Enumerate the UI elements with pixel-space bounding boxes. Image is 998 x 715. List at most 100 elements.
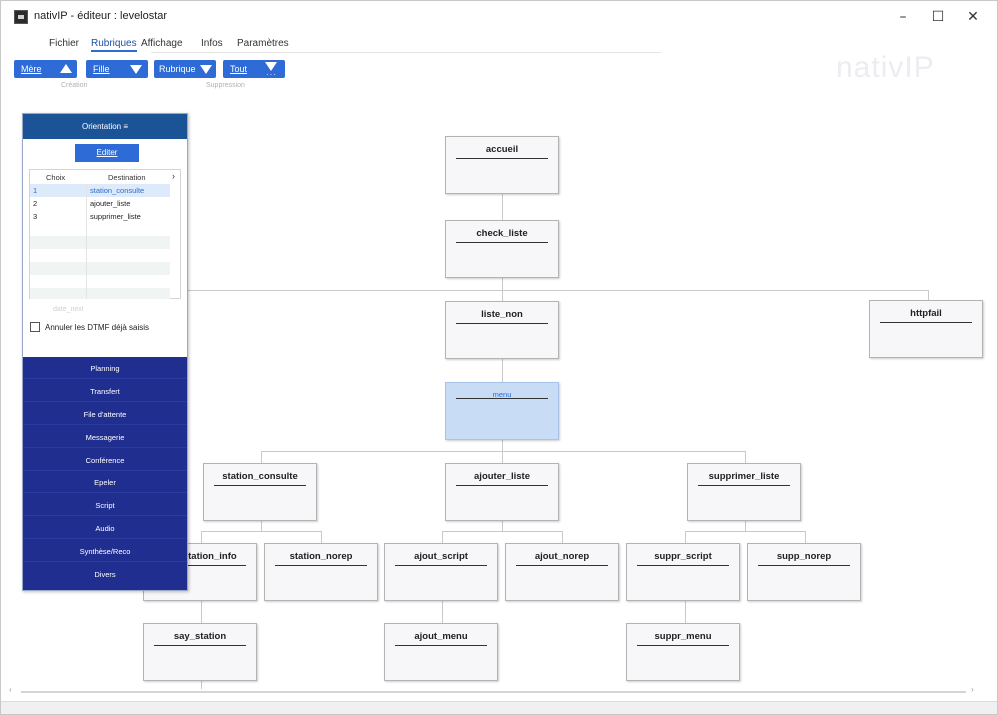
node-suppr-menu[interactable]: suppr_menu <box>626 623 740 681</box>
connector <box>502 521 503 531</box>
app-window: nativIP - éditeur : levelostar – ☐ ✕ Fic… <box>0 0 998 715</box>
column-header-destination[interactable]: Destination <box>108 173 146 182</box>
dtmf-checkbox-label: Annuler les DTMF déjà saisis <box>45 323 150 332</box>
triangle-down-icon <box>200 65 212 74</box>
node-underline <box>456 242 548 243</box>
connector <box>745 521 746 531</box>
rubrique-button[interactable]: Rubrique <box>154 60 216 78</box>
edit-button[interactable]: Editer <box>75 144 139 162</box>
node-underline <box>758 565 850 566</box>
node-station-norep[interactable]: station_norep <box>264 543 378 601</box>
node-supp-norep[interactable]: supp_norep <box>747 543 861 601</box>
empty-row[interactable] <box>30 262 170 275</box>
node-underline <box>637 565 729 566</box>
node-underline <box>395 645 487 646</box>
connector <box>201 681 202 689</box>
ribbon-divider <box>151 52 661 53</box>
action-synthese-reco[interactable]: Synthèse/Reco <box>23 542 187 562</box>
connector <box>179 290 929 291</box>
node-underline <box>395 565 487 566</box>
node-underline <box>456 398 548 399</box>
node-httpfail[interactable]: httpfail <box>869 300 983 358</box>
dtmf-checkbox[interactable] <box>30 322 40 332</box>
scroll-right-arrow-icon[interactable]: › <box>971 685 974 694</box>
node-underline <box>214 485 306 486</box>
action-epeler[interactable]: Epeler <box>23 473 187 493</box>
node-menu[interactable]: menu <box>445 382 559 440</box>
panel-title[interactable]: Orientation ≡ <box>23 114 187 139</box>
empty-row[interactable] <box>30 288 170 299</box>
node-label: ajouter_liste <box>474 471 530 482</box>
empty-row[interactable] <box>30 236 170 249</box>
node-underline <box>456 158 548 159</box>
close-button[interactable]: ✕ <box>958 6 988 28</box>
node-ajout-menu[interactable]: ajout_menu <box>384 623 498 681</box>
row-destination: ajouter_liste <box>90 199 131 208</box>
group-label-suppression: Suppression <box>206 82 245 89</box>
node-label: supprimer_liste <box>708 471 780 482</box>
node-ajout-script[interactable]: ajout_script <box>384 543 498 601</box>
node-label: station_consulte <box>222 471 298 482</box>
node-supprimer-liste[interactable]: supprimer_liste <box>687 463 801 521</box>
action-list: Planning Transfert File d'attente Messag… <box>23 357 187 590</box>
node-label: suppr_menu <box>654 631 712 642</box>
node-label: ajout_script <box>414 551 468 562</box>
connector <box>442 531 562 532</box>
horizontal-scrollbar[interactable] <box>21 691 966 693</box>
action-planning[interactable]: Planning <box>23 359 187 379</box>
table-row[interactable]: 1 station_consulte <box>30 184 170 197</box>
node-say-station[interactable]: say_station <box>143 623 257 681</box>
row-choice: 3 <box>33 212 38 221</box>
action-messagerie[interactable]: Messagerie <box>23 428 187 448</box>
node-underline <box>698 485 790 486</box>
orientation-panel: Orientation ≡ Editer Choix Destination ›… <box>22 113 188 591</box>
scroll-right-icon[interactable]: › <box>172 171 175 181</box>
node-underline <box>637 645 729 646</box>
node-liste-non[interactable]: liste_non <box>445 301 559 359</box>
table-row[interactable]: 2 ajouter_liste <box>30 197 170 210</box>
connector <box>502 194 503 220</box>
menu-infos[interactable]: Infos <box>201 38 223 49</box>
connector <box>928 290 929 300</box>
minimize-button[interactable]: – <box>888 6 918 28</box>
action-audio[interactable]: Audio <box>23 519 187 539</box>
fille-button[interactable]: Fille <box>86 60 148 78</box>
action-divers[interactable]: Divers <box>23 565 187 585</box>
column-header-choix[interactable]: Choix <box>46 173 65 182</box>
scroll-left-arrow-icon[interactable]: ‹ <box>9 685 12 694</box>
node-label: httpfail <box>910 308 942 319</box>
title-bar: nativIP - éditeur : levelostar – ☐ ✕ <box>1 1 997 33</box>
node-ajout-norep[interactable]: ajout_norep <box>505 543 619 601</box>
node-station-consulte[interactable]: station_consulte <box>203 463 317 521</box>
menu-rubriques[interactable]: Rubriques <box>91 38 137 52</box>
action-conference[interactable]: Conférence <box>23 451 187 471</box>
menu-parametres[interactable]: Paramètres <box>237 38 289 49</box>
tout-button-label: Tout <box>230 64 248 74</box>
maximize-button[interactable]: ☐ <box>923 6 953 28</box>
empty-row[interactable] <box>30 275 170 288</box>
node-label: station_norep <box>289 551 353 562</box>
action-file-attente[interactable]: File d'attente <box>23 405 187 425</box>
empty-row[interactable] <box>30 249 170 262</box>
node-underline <box>154 645 246 646</box>
connector <box>685 601 686 624</box>
node-check-liste[interactable]: check_liste <box>445 220 559 278</box>
triangle-down-icon <box>130 65 142 74</box>
node-label: say_station <box>173 631 227 642</box>
node-ajouter-liste[interactable]: ajouter_liste <box>445 463 559 521</box>
triangle-up-icon <box>60 64 72 73</box>
action-transfert[interactable]: Transfert <box>23 382 187 402</box>
node-accueil[interactable]: accueil <box>445 136 559 194</box>
empty-row[interactable] <box>30 223 170 236</box>
node-suppr-script[interactable]: suppr_script <box>626 543 740 601</box>
menu-fichier[interactable]: Fichier <box>49 38 79 49</box>
row-choice: 1 <box>33 186 38 195</box>
connector <box>261 521 262 531</box>
mere-button[interactable]: Mère <box>14 60 77 78</box>
row-choice: 2 <box>33 199 38 208</box>
menu-affichage[interactable]: Affichage <box>141 38 183 49</box>
tout-button[interactable]: Tout ··· <box>223 60 285 79</box>
action-script[interactable]: Script <box>23 496 187 516</box>
mere-button-label: Mère <box>21 64 42 74</box>
table-row[interactable]: 3 supprimer_liste <box>30 210 170 223</box>
